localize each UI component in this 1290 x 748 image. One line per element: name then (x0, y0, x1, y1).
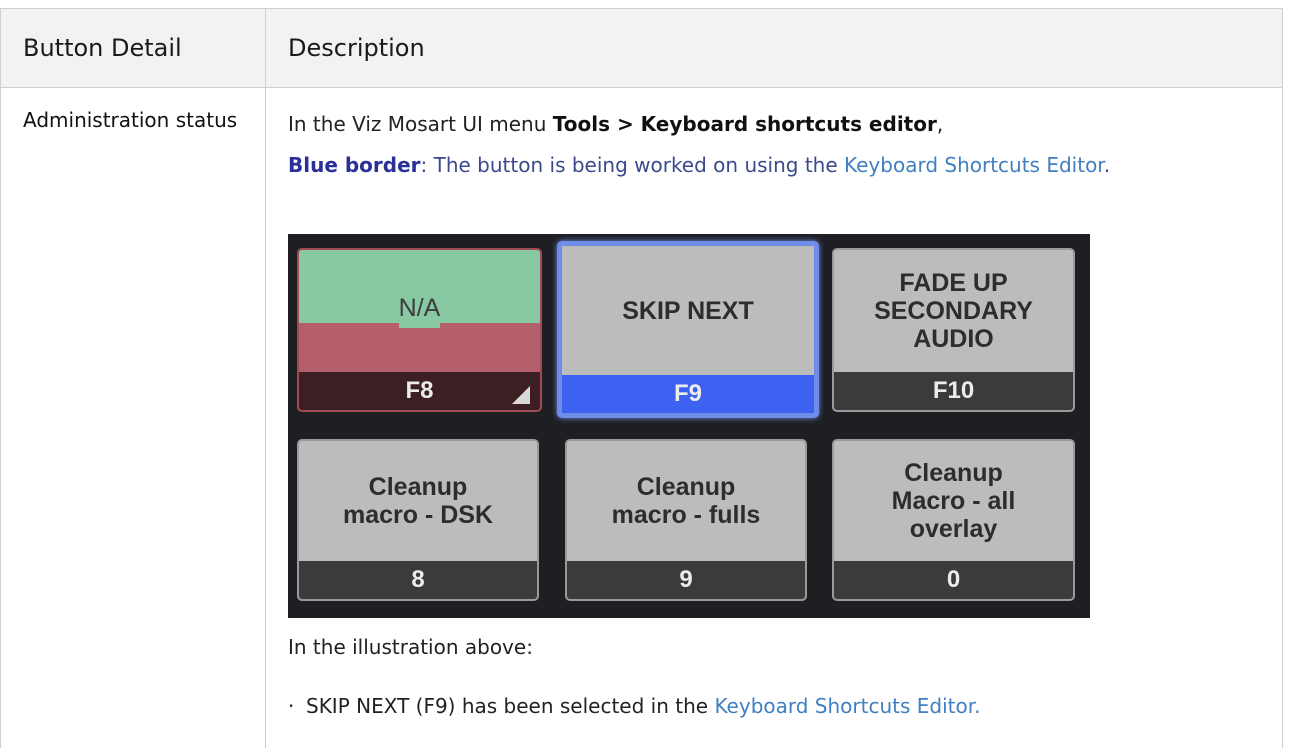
menu-prefix-text: In the Viz Mosart UI menu (288, 112, 553, 136)
button-label: N/A (299, 250, 540, 372)
button-key: 0 (834, 561, 1073, 599)
button-key: F9 (562, 375, 814, 413)
button-label-text: N/A (399, 294, 441, 328)
button-illustration: N/A F8 SKIP NEXT F9 FADE UP SECONDARY AU… (288, 234, 1090, 618)
button-key: 9 (567, 561, 805, 599)
button-f10: FADE UP SECONDARY AUDIO F10 (832, 248, 1075, 412)
illustration-caption: In the illustration above: (288, 632, 533, 662)
bullet-icon: · (288, 691, 306, 721)
keyboard-shortcuts-editor-link[interactable]: Keyboard Shortcuts Editor (844, 153, 1104, 177)
button-f8: N/A F8 (297, 248, 542, 412)
description-cell: In the Viz Mosart UI menu Tools > Keyboa… (266, 88, 1283, 748)
header-description: Description (266, 9, 1283, 88)
button-label: Cleanup macro - DSK (299, 441, 537, 561)
button-key: F8 (299, 372, 540, 410)
menu-suffix: , (937, 112, 943, 136)
description-table: Button Detail Description Administration… (0, 8, 1283, 748)
button-key: F10 (834, 372, 1073, 410)
menu-instruction: In the Viz Mosart UI menu Tools > Keyboa… (288, 108, 1266, 140)
corner-triangle-icon (512, 386, 530, 404)
table-row: Administration status In the Viz Mosart … (1, 88, 1283, 748)
button-key: 8 (299, 561, 537, 599)
button-label: Cleanup Macro - all overlay (834, 441, 1073, 561)
button-9: Cleanup macro - fulls 9 (565, 439, 807, 601)
blue-border-label: Blue border (288, 153, 421, 177)
bullet-item: ·SKIP NEXT (F9) has been selected in the… (288, 691, 980, 721)
period: . (1104, 153, 1110, 177)
keyboard-shortcuts-editor-link-2[interactable]: Keyboard Shortcuts Editor. (714, 694, 980, 718)
button-0: Cleanup Macro - all overlay 0 (832, 439, 1075, 601)
button-f9: SKIP NEXT F9 (557, 241, 819, 418)
button-8: Cleanup macro - DSK 8 (297, 439, 539, 601)
button-label: FADE UP SECONDARY AUDIO (834, 250, 1073, 372)
blue-border-text: : The button is being worked on using th… (421, 153, 844, 177)
button-label: SKIP NEXT (562, 246, 814, 375)
header-row: Button Detail Description (1, 9, 1283, 88)
menu-path: Tools > Keyboard shortcuts editor (553, 112, 937, 136)
button-label: Cleanup macro - fulls (567, 441, 805, 561)
description-content: In the Viz Mosart UI menu Tools > Keyboa… (266, 88, 1282, 181)
bullet-text: SKIP NEXT (F9) has been selected in the (306, 694, 714, 718)
header-button-detail: Button Detail (1, 9, 266, 88)
detail-cell: Administration status (1, 88, 266, 748)
blue-border-description: Blue border: The button is being worked … (288, 150, 1266, 181)
detail-text: Administration status (1, 88, 265, 133)
